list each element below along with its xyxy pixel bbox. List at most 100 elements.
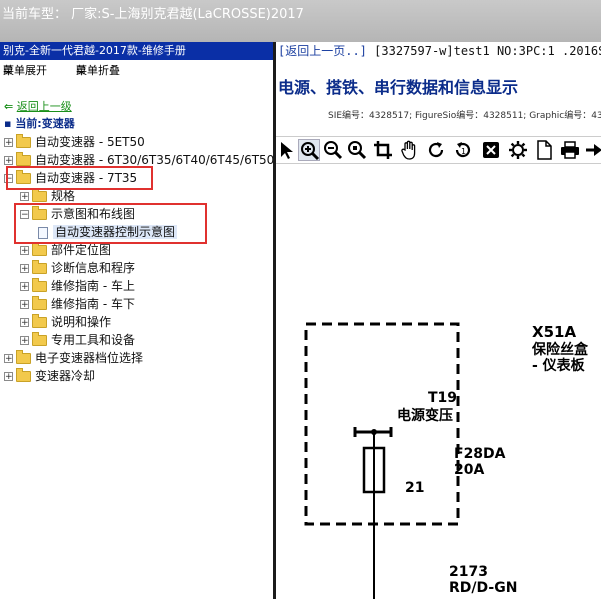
tree-item-control-schematic[interactable]: 自动变速器控制示意图	[38, 223, 178, 241]
expand-icon[interactable]: +	[4, 156, 13, 166]
tree-item-6t-series[interactable]: + 自动变速器 - 6T30/6T35/6T40/6T45/6T50	[4, 151, 273, 169]
rotate-icon	[428, 142, 444, 158]
tree-item-locations[interactable]: + 部件定位图	[20, 241, 111, 259]
tree-item-description[interactable]: + 说明和操作	[20, 313, 111, 331]
back-link[interactable]: ⇐ 返回上一级	[4, 98, 72, 114]
fuse-id-label: F28DA	[454, 446, 506, 462]
fit-page-button[interactable]	[480, 139, 502, 161]
zoom-in-button[interactable]	[298, 139, 320, 161]
fuse-rating-label: 20A	[454, 462, 485, 478]
zoom-out-button[interactable]	[322, 139, 344, 161]
menu-expand-label: 菜单展开	[3, 64, 47, 77]
window-titlebar: 当前车型： 厂家:S-上海别克君越(LaCROSSE)2017	[0, 0, 601, 43]
open-folder-icon	[16, 170, 31, 184]
tree-item-special-tools[interactable]: + 专用工具和设备	[20, 331, 135, 349]
tree-item-diagnostics[interactable]: + 诊断信息和程序	[20, 259, 135, 277]
expand-icon[interactable]: +	[20, 246, 29, 256]
folder-icon	[32, 332, 47, 346]
doc-info: [3327597-w]test1 NO:3PC:1 .2016S	[374, 44, 601, 58]
back-page-link[interactable]: [返回上一页..]	[278, 44, 367, 58]
back-link-label: 返回上一级	[16, 100, 72, 113]
document-icon	[38, 226, 48, 239]
collapse-icon[interactable]: −	[4, 174, 13, 184]
crop-button[interactable]	[372, 139, 394, 161]
tree-label: 自动变速器 - 7T35	[35, 171, 138, 185]
rotate-button[interactable]	[425, 139, 447, 161]
tree-item-repair-off-vehicle[interactable]: + 维修指南 - 车下	[20, 295, 135, 313]
tree-item-shift-selection[interactable]: + 电子变速器档位选择	[4, 349, 143, 367]
menu-bar: ▤ 菜单展开 ▤ 菜单折叠	[0, 62, 273, 80]
reset-button[interactable]: 1	[452, 139, 474, 161]
expand-icon[interactable]: +	[20, 282, 29, 292]
open-folder-icon	[32, 206, 47, 220]
folder-icon	[32, 242, 47, 256]
wire-number-label: 2173	[449, 564, 488, 580]
collapse-icon[interactable]: −	[20, 210, 29, 220]
tree-label: 维修指南 - 车上	[51, 279, 135, 293]
tree-item-5et50[interactable]: + 自动变速器 - 5ET50	[4, 133, 145, 151]
current-label: 当前:变速器	[15, 117, 75, 130]
pin-label: 21	[405, 480, 425, 496]
next-icon	[586, 144, 601, 156]
zoom-out-icon	[324, 141, 343, 160]
tree-item-cooling[interactable]: + 变速器冷却	[4, 367, 95, 385]
tree-label: 自动变速器 - 6T30/6T35/6T40/6T45/6T50	[35, 153, 273, 167]
expand-icon[interactable]: +	[20, 318, 29, 328]
folder-icon	[32, 278, 47, 292]
wiring-diagram-graphic	[304, 322, 460, 599]
settings-button[interactable]	[507, 139, 529, 161]
doc-info-bar: [返回上一页..] [3327597-w]test1 NO:3PC:1 .201…	[278, 42, 601, 59]
navigation-panel: 别克-全新一代君越-2017款-维修手册 ▤ 菜单展开 ▤ 菜单折叠 ⇐ 返回上…	[0, 42, 273, 599]
tree-label: 诊断信息和程序	[51, 261, 136, 275]
folder-icon	[16, 152, 31, 166]
tree-label: 说明和操作	[51, 315, 112, 329]
tree-label: 维修指南 - 车下	[51, 297, 135, 311]
panel-label: - 仪表板	[532, 358, 585, 374]
manual-header: 别克-全新一代君越-2017款-维修手册	[0, 42, 273, 60]
figure-ids: SIE编号：4328517; FigureSio编号：4328511; Grap…	[328, 111, 601, 121]
expand-icon[interactable]: +	[20, 336, 29, 346]
current-location: ▪ 当前:变速器	[4, 115, 75, 131]
tree-label: 部件定位图	[51, 243, 112, 257]
window-title: 当前车型： 厂家:S-上海别克君越(LaCROSSE)2017	[2, 7, 304, 22]
expand-icon[interactable]: +	[20, 300, 29, 310]
print-button[interactable]	[559, 139, 581, 161]
wiring-diagram: X51A 保险丝盒 - 仪表板 T19 电源变压 F28DA 20A 21 21…	[276, 162, 601, 599]
tree-label: 示意图和布线图	[51, 207, 136, 221]
tree-item-repair-on-vehicle[interactable]: + 维修指南 - 车上	[20, 277, 135, 295]
tree-label: 自动变速器 - 5ET50	[35, 135, 145, 149]
zoom-fit-icon	[348, 141, 367, 160]
folder-icon	[32, 260, 47, 274]
zoom-fit-button[interactable]	[346, 139, 368, 161]
hand-icon	[401, 140, 416, 160]
folder-icon	[16, 350, 31, 364]
pointer-tool-button[interactable]	[276, 139, 298, 161]
tree-label: 规格	[51, 189, 76, 203]
svg-text:1: 1	[461, 147, 466, 156]
settings-icon	[509, 141, 527, 159]
expand-icon[interactable]: +	[20, 264, 29, 274]
expand-icon[interactable]: +	[20, 192, 29, 202]
print-icon	[561, 141, 579, 159]
viewer-toolbar: 1	[276, 136, 601, 164]
expand-icon[interactable]: +	[4, 138, 13, 148]
expand-icon[interactable]: +	[4, 372, 13, 382]
tree-item-7t35[interactable]: − 自动变速器 - 7T35	[4, 169, 137, 187]
folder-icon	[16, 368, 31, 382]
folder-icon	[32, 314, 47, 328]
tree-item-schematics[interactable]: − 示意图和布线图	[20, 205, 135, 223]
back-arrow-icon: ⇐	[4, 100, 14, 113]
folder-icon	[32, 296, 47, 310]
reset-icon: 1	[455, 142, 471, 158]
expand-icon[interactable]: +	[4, 354, 13, 364]
page-title: 电源、搭铁、串行数据和信息显示	[278, 78, 519, 97]
page-icon	[537, 140, 552, 160]
tree-item-specs[interactable]: + 规格	[20, 187, 75, 205]
page-button[interactable]	[533, 139, 555, 161]
next-button[interactable]	[583, 139, 601, 161]
folder-icon	[16, 134, 31, 148]
folder-icon: ▪	[4, 117, 12, 130]
hand-tool-button[interactable]	[398, 139, 420, 161]
pointer-icon	[281, 142, 293, 159]
tree-label: 变速器冷却	[35, 369, 96, 383]
